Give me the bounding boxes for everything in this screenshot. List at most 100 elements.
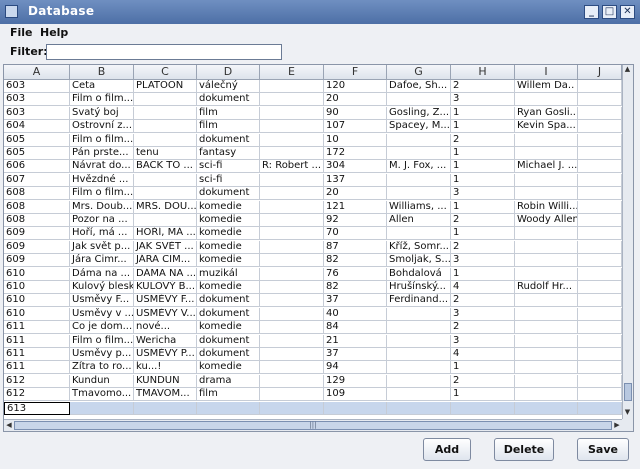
table-cell[interactable] [260,348,324,361]
table-cell[interactable]: 4 [451,348,515,361]
table-cell[interactable] [387,187,451,201]
table-cell[interactable] [515,374,578,388]
table-cell[interactable]: Pozor na ... [70,214,134,227]
table-cell[interactable]: Jára Cimr... [70,254,134,268]
table-cell[interactable] [134,214,197,227]
table-cell[interactable]: 37 [324,294,387,308]
table-cell[interactable]: 1 [451,106,515,120]
table-row[interactable]: 611 Zítra to ro... ku...! komedie 94 1 [4,361,622,375]
table-cell[interactable]: muzikál [197,267,260,281]
table-cell[interactable]: MRS. DOU... [134,200,197,214]
table-cell[interactable]: 610 [4,294,70,308]
table-cell[interactable]: 1 [451,227,515,241]
table-cell[interactable]: Woody Allen [515,214,578,227]
table-cell[interactable] [515,267,578,281]
table-cell[interactable] [515,348,578,361]
table-cell[interactable]: 40 [324,307,387,321]
table-cell[interactable] [387,388,451,402]
horizontal-scrollbar[interactable]: ◀ ||| ▶ [4,419,624,431]
table-cell[interactable]: 603 [4,80,70,93]
table-row[interactable]: 611 Co je dom... nové... komedie 84 2 [4,321,622,335]
table-cell[interactable]: 3 [451,334,515,348]
column-header[interactable]: J [578,65,622,79]
menu-file[interactable]: File [10,26,33,39]
minimize-button[interactable]: _ [584,5,599,19]
table-cell[interactable] [578,240,622,254]
table-cell[interactable] [260,93,324,107]
table-cell[interactable]: 611 [4,334,70,348]
table-cell[interactable] [578,147,622,160]
column-header[interactable]: H [451,65,515,79]
table-cell[interactable]: dokument [197,133,260,147]
table-cell[interactable]: film [197,120,260,134]
table-row[interactable]: 609 Jára Cimr... JÁRA CIM... komedie 82 Smolj… [4,254,622,268]
table-cell[interactable]: Robin Willi... [515,200,578,214]
table-cell[interactable]: Willem Da.. [515,80,578,93]
table-cell[interactable] [578,214,622,227]
table-cell[interactable] [515,240,578,254]
table-cell[interactable]: M. J. Fox, ... [387,160,451,174]
table-cell[interactable]: 172 [324,147,387,160]
table-cell[interactable] [134,187,197,201]
table-cell[interactable]: Hvězdné ... [70,173,134,187]
table-cell[interactable]: Smoljak, S... [387,254,451,268]
table-cell[interactable]: 92 [324,214,387,227]
table-cell[interactable]: 608 [4,200,70,214]
table-cell[interactable]: Dáma na ... [70,267,134,281]
column-header[interactable]: I [515,65,578,79]
table-cell[interactable]: Film o film... [70,334,134,348]
table-cell[interactable]: 84 [324,321,387,335]
table-cell[interactable] [134,173,197,187]
column-header[interactable]: C [134,65,197,79]
table-cell[interactable]: Dafoe, Sh... [387,80,451,93]
table-cell[interactable] [70,401,134,415]
table-row[interactable]: 612 Kundun KUNDUN drama 129 2 [4,374,622,388]
table-cell[interactable]: Allen [387,214,451,227]
table-cell[interactable] [260,200,324,214]
table-cell[interactable]: dokument [197,348,260,361]
table-cell[interactable]: 1 [451,120,515,134]
vertical-scroll-thumb[interactable] [624,383,632,401]
table-cell[interactable]: Co je dom... [70,321,134,335]
table-cell[interactable] [260,361,324,375]
table-cell[interactable]: Kulový blesk [70,281,134,294]
table-cell[interactable] [260,227,324,241]
table-cell[interactable]: 2 [451,374,515,388]
table-cell[interactable]: 1 [451,200,515,214]
table-cell[interactable]: 10 [324,133,387,147]
scroll-right-icon[interactable]: ▶ [613,421,621,429]
table-cell[interactable] [260,173,324,187]
table-cell[interactable]: Hoří, má ... [70,227,134,241]
column-header[interactable]: F [324,65,387,79]
table-cell[interactable] [260,240,324,254]
table-cell[interactable] [578,281,622,294]
table-cell[interactable]: 121 [324,200,387,214]
table-cell[interactable]: 2 [451,214,515,227]
table-cell[interactable]: film [197,388,260,402]
column-header[interactable]: B [70,65,134,79]
table-cell[interactable]: DÁMA NA ... [134,267,197,281]
table-cell[interactable]: 604 [4,120,70,134]
table-cell[interactable] [578,307,622,321]
table-cell[interactable]: Spacey, M... [387,120,451,134]
table-cell[interactable]: 76 [324,267,387,281]
table-cell[interactable] [260,401,324,415]
table-cell[interactable]: dokument [197,93,260,107]
table-cell[interactable]: 611 [4,348,70,361]
table-cell[interactable] [578,348,622,361]
table-cell[interactable]: 607 [4,173,70,187]
table-cell[interactable]: Film o film... [70,187,134,201]
table-cell[interactable]: 90 [324,106,387,120]
table-cell[interactable] [578,374,622,388]
table-cell[interactable]: 603 [4,93,70,107]
table-cell[interactable]: Úsměvy p... [70,348,134,361]
table-cell[interactable]: 37 [324,348,387,361]
table-cell[interactable]: 605 [4,147,70,160]
table-cell[interactable]: ku...! [134,361,197,375]
table-cell[interactable]: 605 [4,133,70,147]
filter-input[interactable] [46,44,282,60]
table-cell[interactable]: PLATOON [134,80,197,93]
table-cell[interactable] [578,160,622,174]
table-cell[interactable]: 3 [451,254,515,268]
table-cell[interactable] [260,254,324,268]
